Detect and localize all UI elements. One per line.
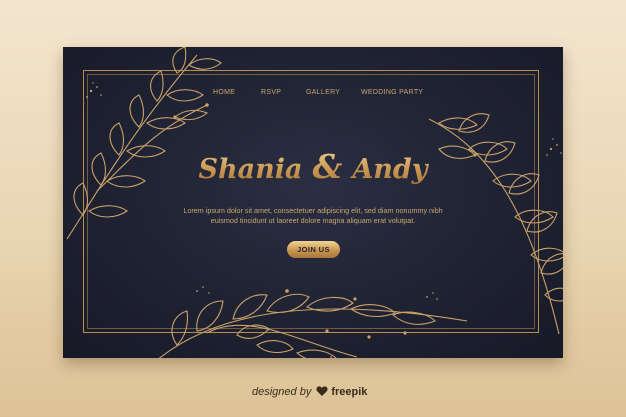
leaf-branch-bottom: [158, 286, 468, 358]
intro-line-1: Lorem ipsum dolor sit amet, consectetuer…: [183, 206, 443, 215]
intro-line-2: euismod tincidunt ut laoreet dolore magn…: [210, 216, 416, 225]
nav-rsvp[interactable]: RSVP: [261, 89, 281, 96]
freepik-brand[interactable]: freepik: [331, 386, 367, 398]
couple-names-title: Shania & Andy: [63, 147, 563, 186]
intro-text: Lorem ipsum dolor sit amet, consectetuer…: [163, 206, 463, 226]
name-right: Andy: [352, 154, 428, 185]
nav-gallery[interactable]: GALLERY: [306, 89, 340, 96]
ampersand: &: [312, 147, 343, 186]
nav-home[interactable]: HOME: [213, 89, 235, 96]
designed-by-text: designed by: [252, 386, 312, 398]
nav-wedding-party[interactable]: WEDDING PARTY: [361, 89, 423, 96]
main-nav: HOME RSVP GALLERY WEDDING PARTY: [63, 89, 563, 101]
attribution: designed by freepik: [252, 384, 367, 400]
landing-page: HOME RSVP GALLERY WEDDING PARTY Shania & A…: [63, 47, 563, 358]
freepik-logo-icon: [316, 385, 328, 400]
join-us-button[interactable]: JOIN US: [287, 241, 340, 258]
name-left: Shania: [198, 154, 303, 185]
